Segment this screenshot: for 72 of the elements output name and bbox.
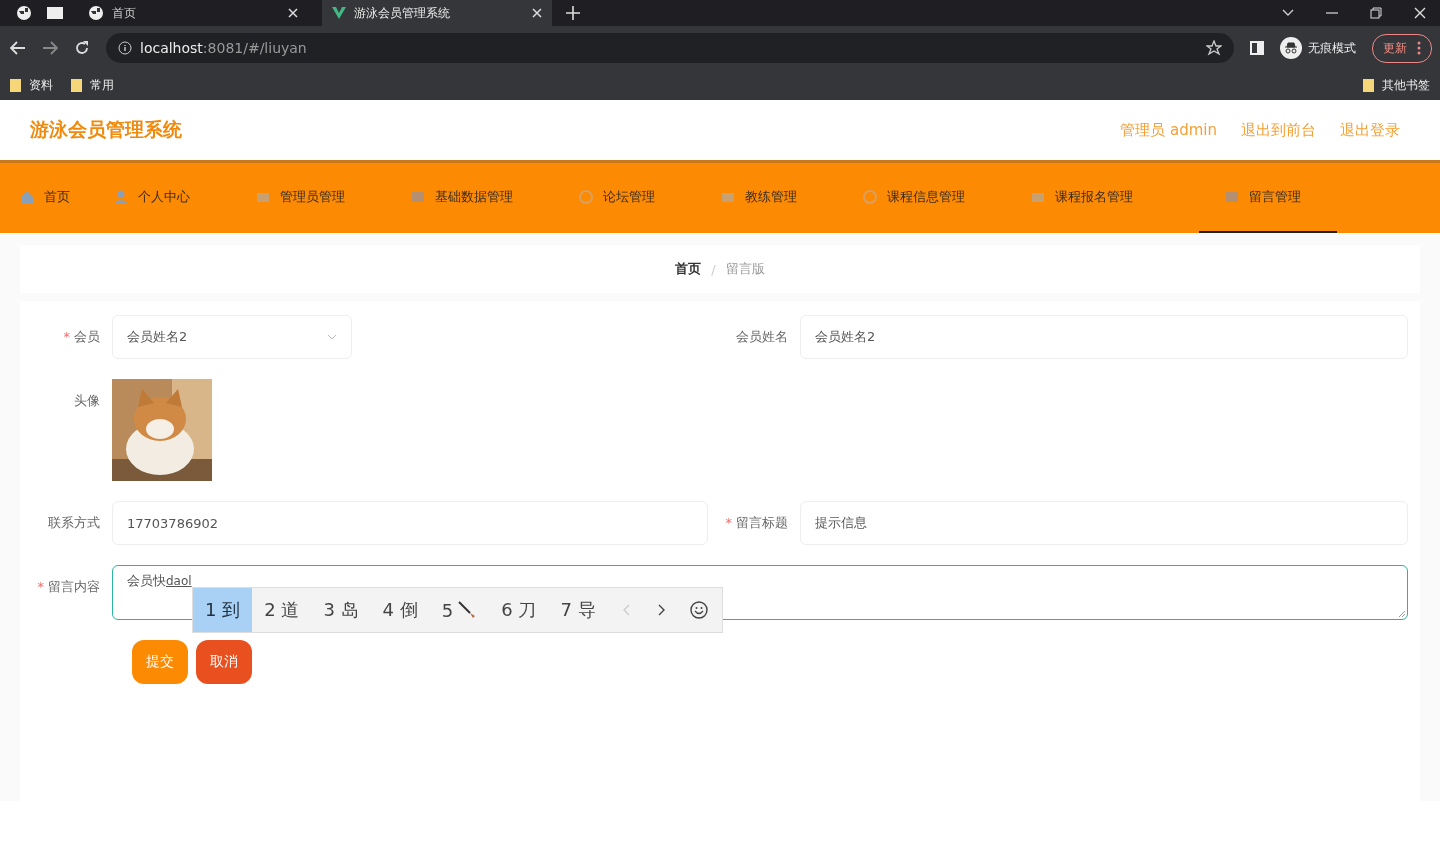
browser-tab[interactable]: 游泳会员管理系统	[322, 0, 552, 26]
incognito-icon	[1280, 37, 1302, 59]
required-mark: *	[63, 329, 70, 344]
field-label: * 留言标题	[724, 514, 789, 532]
smiley-icon[interactable]	[689, 601, 708, 619]
address-bar[interactable]: localhost:8081/#/liuyan	[106, 33, 1234, 63]
input-field[interactable]: 提示信息	[800, 501, 1408, 545]
new-tab-icon[interactable]	[566, 6, 580, 20]
chevron-down-icon	[327, 334, 337, 340]
field-label: * 留言内容	[36, 578, 101, 596]
more-icon	[1417, 41, 1421, 55]
select-field[interactable]: 会员姓名2	[112, 315, 352, 359]
square-icon	[411, 190, 425, 204]
breadcrumb-link[interactable]: 首页	[675, 260, 702, 278]
tab-title: 游泳会员管理系统	[354, 4, 451, 22]
nav-item[interactable]: 首页	[20, 163, 106, 233]
home-icon	[20, 190, 34, 204]
site-title: 游泳会员管理系统	[30, 117, 182, 142]
close-icon[interactable]	[532, 8, 542, 18]
nav-item[interactable]: 论坛管理	[579, 163, 691, 233]
nav-item[interactable]: 课程报名管理	[1031, 163, 1169, 233]
reload-icon[interactable]	[74, 40, 90, 56]
close-icon[interactable]	[1414, 7, 1426, 19]
tab-title: 首页	[112, 4, 137, 22]
incognito-button[interactable]: 无痕模式	[1280, 37, 1356, 59]
nav-item[interactable]: 管理员管理	[256, 163, 381, 233]
nav-item[interactable]: 个人中心	[114, 163, 226, 233]
input-field[interactable]: 17703786902	[112, 501, 708, 545]
sidebar-icon[interactable]	[1250, 41, 1264, 55]
window-icon	[46, 6, 64, 20]
nav-item[interactable]: 教练管理	[721, 163, 833, 233]
nav-item[interactable]: 课程信息管理	[863, 163, 1001, 233]
field-label: 联系方式	[47, 514, 101, 532]
folder-icon	[1363, 78, 1374, 92]
chevron-down-icon[interactable]	[1282, 9, 1294, 17]
globe-icon	[88, 5, 104, 21]
square-icon	[1031, 190, 1045, 204]
cancel-button[interactable]: 取消	[196, 640, 252, 684]
square-icon	[256, 190, 270, 204]
info-icon	[118, 41, 132, 55]
restore-icon[interactable]	[1370, 7, 1382, 19]
back-arrow-icon[interactable]	[10, 41, 26, 55]
bookmark[interactable]: 常用	[71, 76, 114, 94]
bookmark[interactable]: 资料	[10, 76, 53, 94]
input-field[interactable]: 会员姓名2	[800, 315, 1408, 359]
required-mark: *	[37, 579, 44, 594]
ime-candidate[interactable]: 1 到	[193, 588, 253, 632]
square-icon	[1225, 190, 1239, 204]
star-icon[interactable]	[1206, 40, 1222, 56]
square-icon	[721, 190, 735, 204]
bookmark[interactable]: 其他书签	[1363, 76, 1430, 94]
v-logo-icon	[332, 6, 346, 20]
close-icon[interactable]	[288, 8, 298, 18]
resize-handle-icon	[1399, 611, 1405, 617]
required-mark: *	[725, 515, 732, 530]
circle-icon	[579, 190, 593, 204]
knife-icon	[457, 600, 478, 620]
user-icon	[114, 190, 128, 204]
next-page-icon[interactable]	[657, 604, 666, 616]
browser-tab[interactable]: 首页	[78, 0, 308, 26]
folder-icon	[71, 78, 82, 92]
breadcrumb-separator: /	[711, 261, 716, 277]
folder-icon	[10, 78, 21, 92]
globe-icon	[16, 5, 32, 21]
forward-arrow-icon[interactable]	[42, 41, 58, 55]
url-text: localhost:8081/#/liuyan	[140, 40, 307, 56]
nav-item[interactable]: 基础数据管理	[411, 163, 549, 233]
field-label: 会员姓名	[735, 328, 789, 346]
field-label: 头像	[73, 392, 101, 410]
update-button[interactable]: 更新	[1372, 33, 1432, 63]
field-label: * 会员	[62, 328, 101, 346]
circle-icon	[863, 190, 877, 204]
